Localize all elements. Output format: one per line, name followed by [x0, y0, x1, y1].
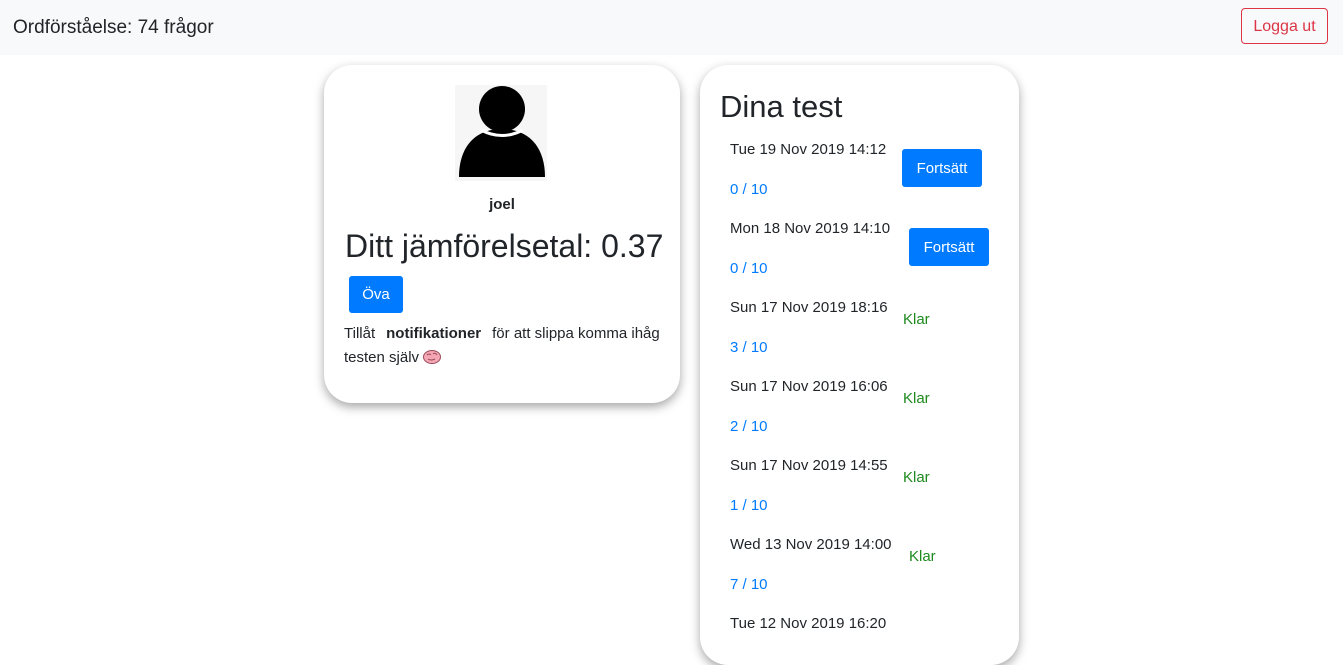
tests-card: Dina test Tue 19 Nov 2019 14:12 0 / 10 F…: [700, 65, 1019, 665]
notifications-link[interactable]: notifikationer: [386, 325, 481, 342]
test-date: Sun 17 Nov 2019 16:06: [730, 378, 888, 395]
test-score: 3 / 10: [730, 339, 768, 356]
test-date: Mon 18 Nov 2019 14:10: [730, 220, 891, 237]
continue-button[interactable]: Fortsätt: [909, 228, 989, 266]
notification-hint: Tillåt notifikationer för att slippa komma…: [344, 322, 664, 370]
notif-prefix: Tillåt: [344, 325, 376, 342]
test-score: 7 / 10: [730, 576, 768, 593]
user-silhouette-icon: [455, 85, 547, 181]
status-done: Klar: [909, 548, 936, 565]
status-done: Klar: [903, 311, 930, 328]
status-done: Klar: [903, 469, 930, 486]
comparison-score: Ditt jämförelsetal: 0.37: [345, 228, 664, 264]
brain-icon: [423, 348, 442, 364]
test-score: 1 / 10: [730, 497, 768, 514]
test-date: Wed 13 Nov 2019 14:00: [730, 536, 892, 553]
test-date: Tue 12 Nov 2019 16:20: [730, 615, 887, 632]
app-title: Ordförståelse: 74 frågor: [13, 17, 214, 38]
continue-button[interactable]: Fortsätt: [902, 149, 982, 187]
test-date: Tue 19 Nov 2019 14:12: [730, 141, 887, 158]
status-done: Klar: [903, 390, 930, 407]
profile-card: joel Ditt jämförelsetal: 0.37 Öva Tillåt…: [324, 65, 680, 403]
logout-button[interactable]: Logga ut: [1241, 8, 1328, 44]
test-date: Sun 17 Nov 2019 14:55: [730, 457, 888, 474]
tests-title: Dina test: [720, 89, 843, 124]
test-score: 0 / 10: [730, 260, 768, 277]
test-score: 2 / 10: [730, 418, 768, 435]
practice-button[interactable]: Öva: [349, 276, 403, 313]
test-score: 0 / 10: [730, 181, 768, 198]
test-date: Sun 17 Nov 2019 18:16: [730, 299, 888, 316]
username: joel: [489, 196, 515, 213]
top-navbar: Ordförståelse: 74 frågor Logga ut: [0, 0, 1343, 55]
